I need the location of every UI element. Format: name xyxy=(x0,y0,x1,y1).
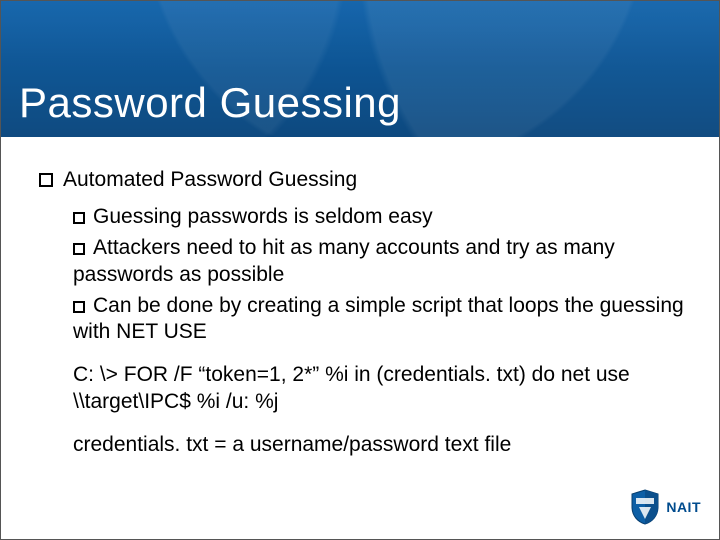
brand-text: NAIT xyxy=(666,499,701,515)
bullet-l1-text: Automated Password Guessing xyxy=(63,168,357,191)
bullet-l2: Can be done by creating a simple script … xyxy=(73,293,687,347)
bullet-l2: Guessing passwords is seldom easy xyxy=(73,204,687,231)
bullet-icon xyxy=(73,212,85,224)
bullet-icon xyxy=(73,243,85,255)
slide: Password Guessing Automated Password Gue… xyxy=(0,0,720,540)
bullet-icon xyxy=(73,301,85,313)
note-line: credentials. txt = a username/password t… xyxy=(73,432,687,459)
bullet-l2-text: Guessing passwords is seldom easy xyxy=(93,205,433,228)
bullet-icon xyxy=(39,173,53,187)
bullet-l2-text: Can be done by creating a simple script … xyxy=(73,294,684,344)
bullet-l2-text: Attackers need to hit as many accounts a… xyxy=(73,236,615,286)
bullet-l1: Automated Password Guessing xyxy=(39,167,687,194)
code-line: C: \> FOR /F “token=1, 2*” %i in (creden… xyxy=(73,362,687,416)
title-banner: Password Guessing xyxy=(1,1,719,137)
bullet-l2: Attackers need to hit as many accounts a… xyxy=(73,235,687,289)
shield-icon xyxy=(630,489,660,525)
slide-title: Password Guessing xyxy=(19,79,401,127)
brand-logo: NAIT xyxy=(630,489,701,525)
slide-body: Automated Password Guessing Guessing pas… xyxy=(1,137,719,459)
